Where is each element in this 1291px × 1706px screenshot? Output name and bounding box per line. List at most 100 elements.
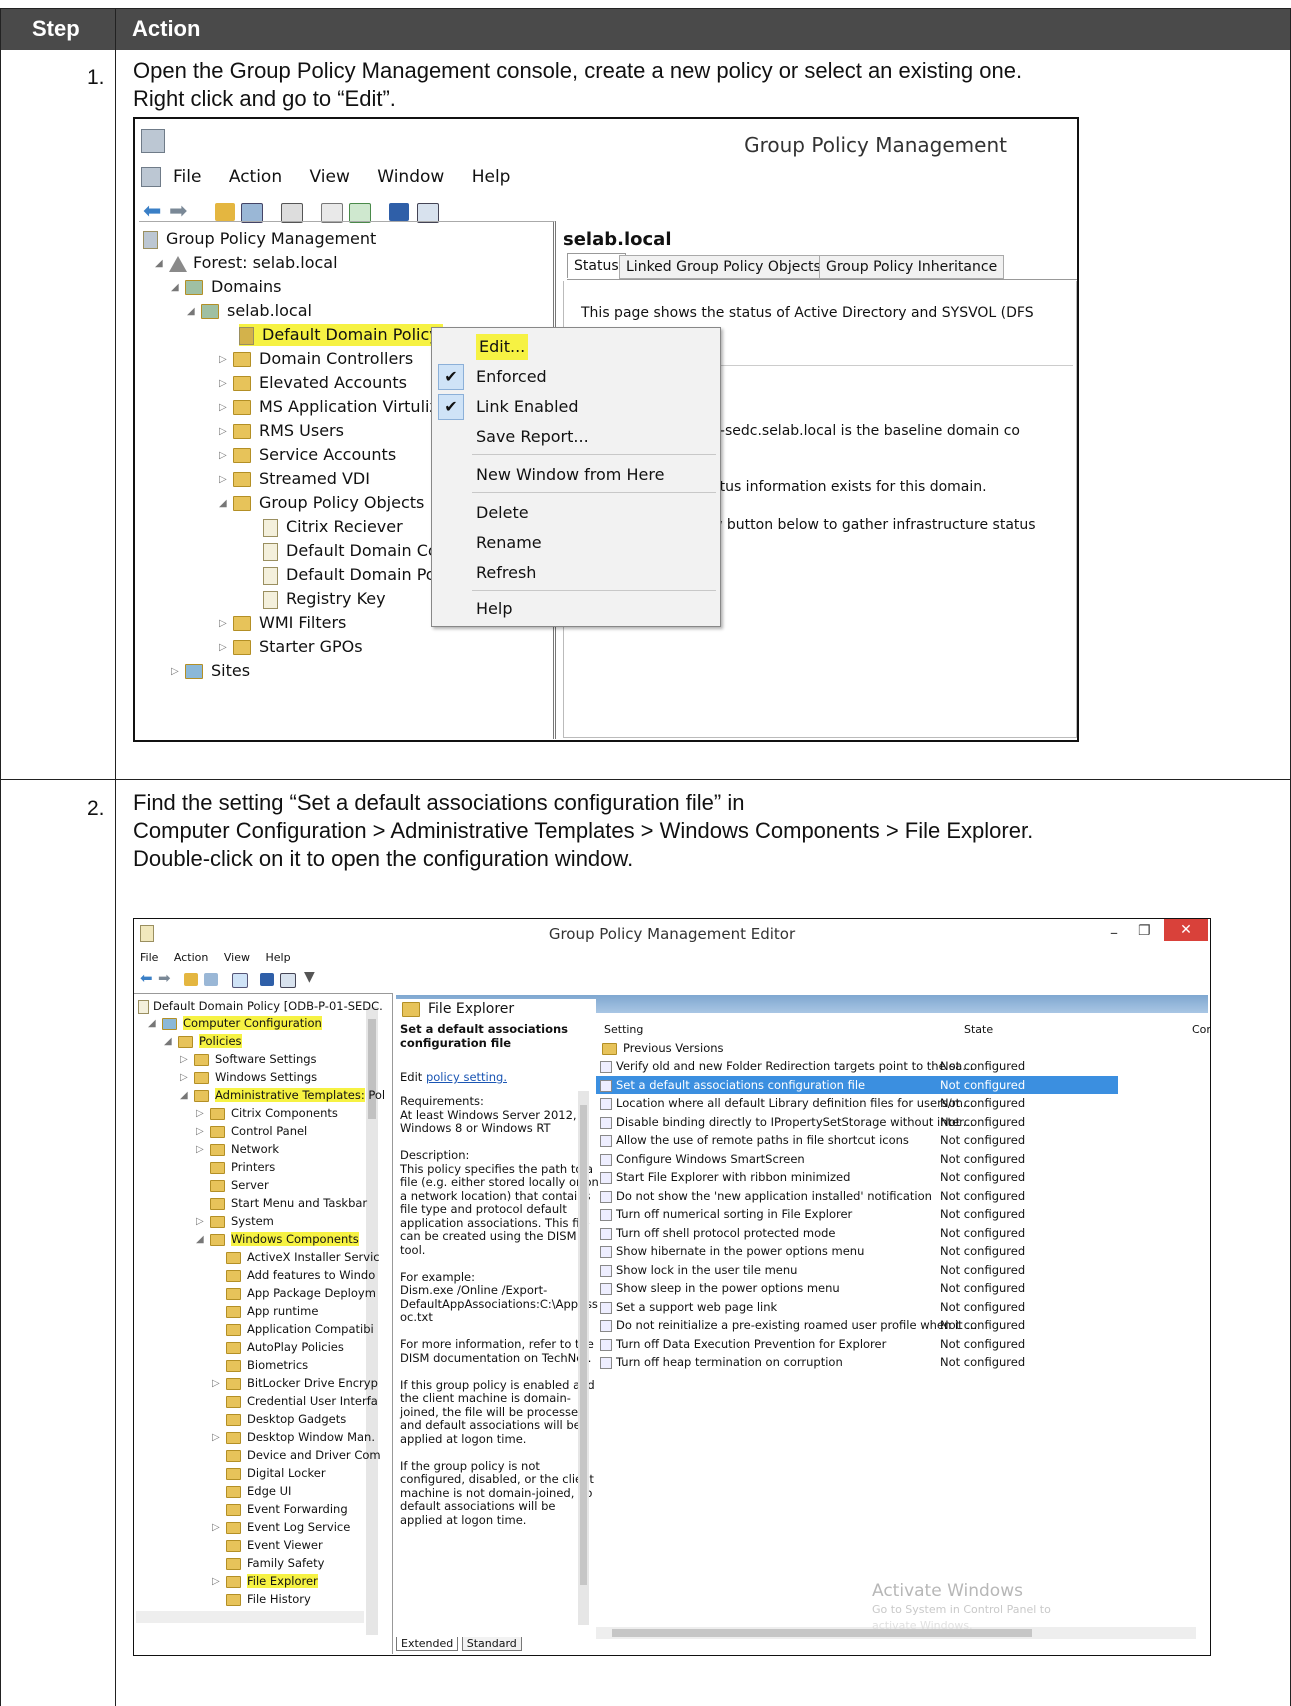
menu-item-refresh[interactable]: Refresh bbox=[476, 560, 536, 586]
tree-hscrollbar[interactable] bbox=[136, 1611, 364, 1623]
setting-row[interactable]: Disable binding directly to IPropertySet… bbox=[596, 1113, 1118, 1131]
tree-item[interactable]: ◢ Computer Configuration bbox=[148, 1014, 322, 1032]
console-icon[interactable] bbox=[417, 203, 439, 223]
tree-item[interactable]: ▷ Control Panel bbox=[196, 1122, 307, 1140]
tree-item[interactable]: Event Viewer bbox=[226, 1536, 323, 1554]
tree-item[interactable]: Edge UI bbox=[226, 1482, 291, 1500]
back-arrow-icon[interactable]: ⬅ bbox=[140, 969, 153, 987]
help-icon[interactable] bbox=[260, 973, 274, 986]
menu-item-edit[interactable]: Edit... bbox=[476, 334, 529, 360]
help-icon[interactable] bbox=[389, 203, 409, 221]
tree-item[interactable]: File History bbox=[226, 1590, 311, 1608]
setting-row[interactable]: Allow the use of remote paths in file sh… bbox=[596, 1131, 1118, 1149]
delete-icon[interactable] bbox=[281, 203, 303, 223]
tree-item[interactable]: Family Safety bbox=[226, 1554, 324, 1572]
menu-view[interactable]: View bbox=[310, 167, 350, 187]
properties-icon[interactable] bbox=[321, 203, 343, 223]
filter-icon[interactable]: ▼ bbox=[304, 969, 315, 985]
tree-item[interactable]: ◢ Policies bbox=[164, 1032, 242, 1050]
tab-extended[interactable]: Extended bbox=[396, 1637, 459, 1651]
up-folder-icon[interactable] bbox=[184, 973, 198, 986]
tree-item[interactable]: App runtime bbox=[226, 1302, 318, 1320]
menu-item-delete[interactable]: Delete bbox=[476, 500, 529, 526]
tree-item[interactable]: Add features to Windo bbox=[226, 1266, 375, 1284]
menu-item-help[interactable]: Help bbox=[476, 596, 512, 622]
tree-item[interactable]: ▷ Event Log Service bbox=[212, 1518, 350, 1536]
tree-item[interactable]: Citrix Reciever bbox=[263, 516, 403, 538]
previous-versions-folder[interactable]: Previous Versions bbox=[602, 1039, 724, 1057]
restore-icon[interactable]: ❐ bbox=[1138, 923, 1151, 939]
tree-item[interactable]: Start Menu and Taskbar bbox=[210, 1194, 367, 1212]
setting-row[interactable]: Turn off shell protocol protected mode No… bbox=[596, 1224, 1118, 1242]
tree-item[interactable]: ▷ Domain Controllers bbox=[219, 348, 413, 370]
tree-item-default-domain-policy[interactable]: Default Domain Policy bbox=[239, 324, 443, 346]
menu-action[interactable]: Action bbox=[174, 951, 208, 964]
tab-status[interactable]: Status bbox=[567, 253, 626, 278]
tree-item[interactable]: ▷ Service Accounts bbox=[219, 444, 396, 466]
setting-row[interactable]: Location where all default Library defin… bbox=[596, 1094, 1118, 1112]
show-hide-tree-icon[interactable] bbox=[204, 973, 218, 986]
tree-item[interactable]: Application Compatibi bbox=[226, 1320, 374, 1338]
tab-inheritance[interactable]: Group Policy Inheritance bbox=[819, 255, 1005, 279]
tree-item[interactable]: ▷ Streamed VDI bbox=[219, 468, 370, 490]
tree-item[interactable]: Registry Key bbox=[263, 588, 386, 610]
setting-row[interactable]: Set a default associations configuration… bbox=[596, 1075, 1118, 1094]
close-icon[interactable]: ✕ bbox=[1164, 919, 1208, 941]
setting-row[interactable]: Do not show the 'new application install… bbox=[596, 1187, 1118, 1205]
menu-item-save-report[interactable]: Save Report... bbox=[476, 424, 589, 450]
forward-arrow-icon[interactable]: ➡ bbox=[158, 969, 171, 987]
tree-item[interactable]: ▷ Network bbox=[196, 1140, 279, 1158]
tree-item[interactable]: ▷ Sites bbox=[171, 660, 250, 682]
setting-row[interactable]: Show sleep in the power options menu Not … bbox=[596, 1279, 1118, 1297]
tree-item[interactable]: ◢ Forest: selab.local bbox=[155, 252, 338, 274]
tree-item[interactable]: ▷ RMS Users bbox=[219, 420, 344, 442]
tree-item[interactable]: ◢ selab.local bbox=[187, 300, 312, 322]
setting-row[interactable]: Turn off heap termination on corruption N… bbox=[596, 1353, 1118, 1371]
tab-linked-gpos[interactable]: Linked Group Policy Objects bbox=[619, 255, 828, 279]
tab-standard[interactable]: Standard bbox=[461, 1637, 522, 1651]
setting-row[interactable]: Verify old and new Folder Redirection ta… bbox=[596, 1057, 1118, 1075]
menu-item-enforced[interactable]: Enforced bbox=[476, 364, 547, 390]
setting-row[interactable]: Do not reinitialize a pre-existing roame… bbox=[596, 1316, 1118, 1334]
menu-window[interactable]: Window bbox=[377, 167, 444, 187]
tree-item[interactable]: ActiveX Installer Servic bbox=[226, 1248, 380, 1266]
tree-item[interactable]: Desktop Gadgets bbox=[226, 1410, 346, 1428]
tree-item[interactable]: ▷ Elevated Accounts bbox=[219, 372, 407, 394]
tree-item[interactable]: AutoPlay Policies bbox=[226, 1338, 344, 1356]
show-hide-tree-icon[interactable] bbox=[241, 203, 263, 223]
menu-item-link-enabled[interactable]: Link Enabled bbox=[476, 394, 579, 420]
menu-file[interactable]: File bbox=[173, 167, 201, 187]
setting-row[interactable]: Set a support web page link Not configure… bbox=[596, 1298, 1118, 1316]
setting-row[interactable]: Configure Windows SmartScreen Not configu… bbox=[596, 1150, 1118, 1168]
menu-file[interactable]: File bbox=[140, 951, 158, 964]
tree-item[interactable]: ▷ BitLocker Drive Encryp bbox=[212, 1374, 378, 1392]
tree-item[interactable]: ▷ Windows Settings bbox=[180, 1068, 317, 1086]
tree-item[interactable]: ▷ Citrix Components bbox=[196, 1104, 338, 1122]
tree-item[interactable]: Group Policy Management bbox=[143, 228, 376, 250]
tree-item[interactable]: Event Forwarding bbox=[226, 1500, 348, 1518]
export-icon[interactable] bbox=[232, 973, 248, 988]
minimize-icon[interactable]: – bbox=[1110, 923, 1118, 942]
console-icon[interactable] bbox=[280, 973, 296, 988]
menu-view[interactable]: View bbox=[224, 951, 250, 964]
edit-policy-link[interactable]: policy setting. bbox=[426, 1070, 507, 1084]
tree-item[interactable]: ▷ MS Application Virtuliz bbox=[219, 396, 438, 418]
tree-item[interactable]: Device and Driver Com bbox=[226, 1446, 381, 1464]
setting-row[interactable]: Show hibernate in the power options menu… bbox=[596, 1242, 1118, 1260]
tree-item[interactable]: ◢ Administrative Templates: Pol bbox=[180, 1086, 385, 1104]
tree-item[interactable]: ▷ Desktop Window Man. bbox=[212, 1428, 375, 1446]
tree-root[interactable]: Default Domain Policy [ODB-P-01-SEDC. bbox=[138, 997, 383, 1015]
desc-scrollbar-thumb[interactable] bbox=[580, 1105, 587, 1585]
tree-item[interactable]: Biometrics bbox=[226, 1356, 308, 1374]
up-folder-icon[interactable] bbox=[215, 203, 235, 221]
tree-item[interactable]: ◢ Domains bbox=[171, 276, 281, 298]
tree-item[interactable]: ▷ Starter GPOs bbox=[219, 636, 363, 658]
column-state[interactable]: State bbox=[964, 1023, 993, 1036]
tree-item[interactable]: Credential User Interfa bbox=[226, 1392, 378, 1410]
menu-help[interactable]: Help bbox=[472, 167, 511, 187]
setting-row[interactable]: Show lock in the user tile menu Not confi… bbox=[596, 1261, 1118, 1279]
menu-item-rename[interactable]: Rename bbox=[476, 530, 542, 556]
tree-item[interactable]: Printers bbox=[210, 1158, 275, 1176]
tree-item[interactable]: ▷ WMI Filters bbox=[219, 612, 346, 634]
tree-item[interactable]: Default Domain Po bbox=[263, 564, 436, 586]
